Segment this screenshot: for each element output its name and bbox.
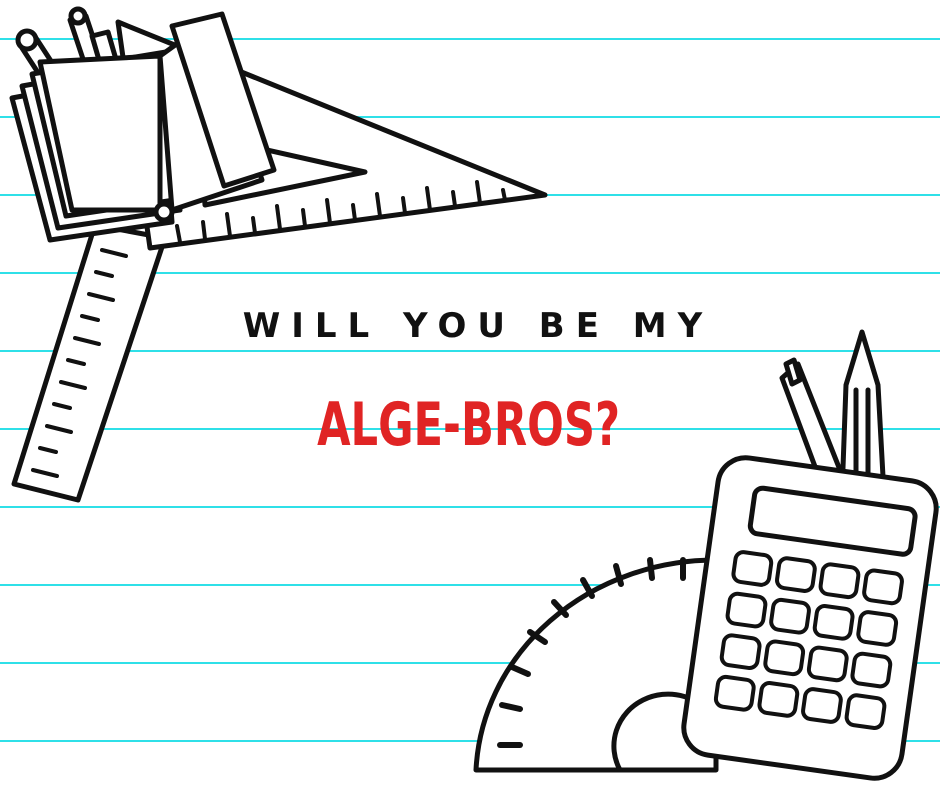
protractor-icon	[473, 557, 719, 773]
headline-line-2: ALGE-BROS?	[317, 390, 621, 460]
headline-line-1: WILL YOU BE MY	[242, 306, 714, 346]
calculator-icon	[681, 455, 939, 781]
